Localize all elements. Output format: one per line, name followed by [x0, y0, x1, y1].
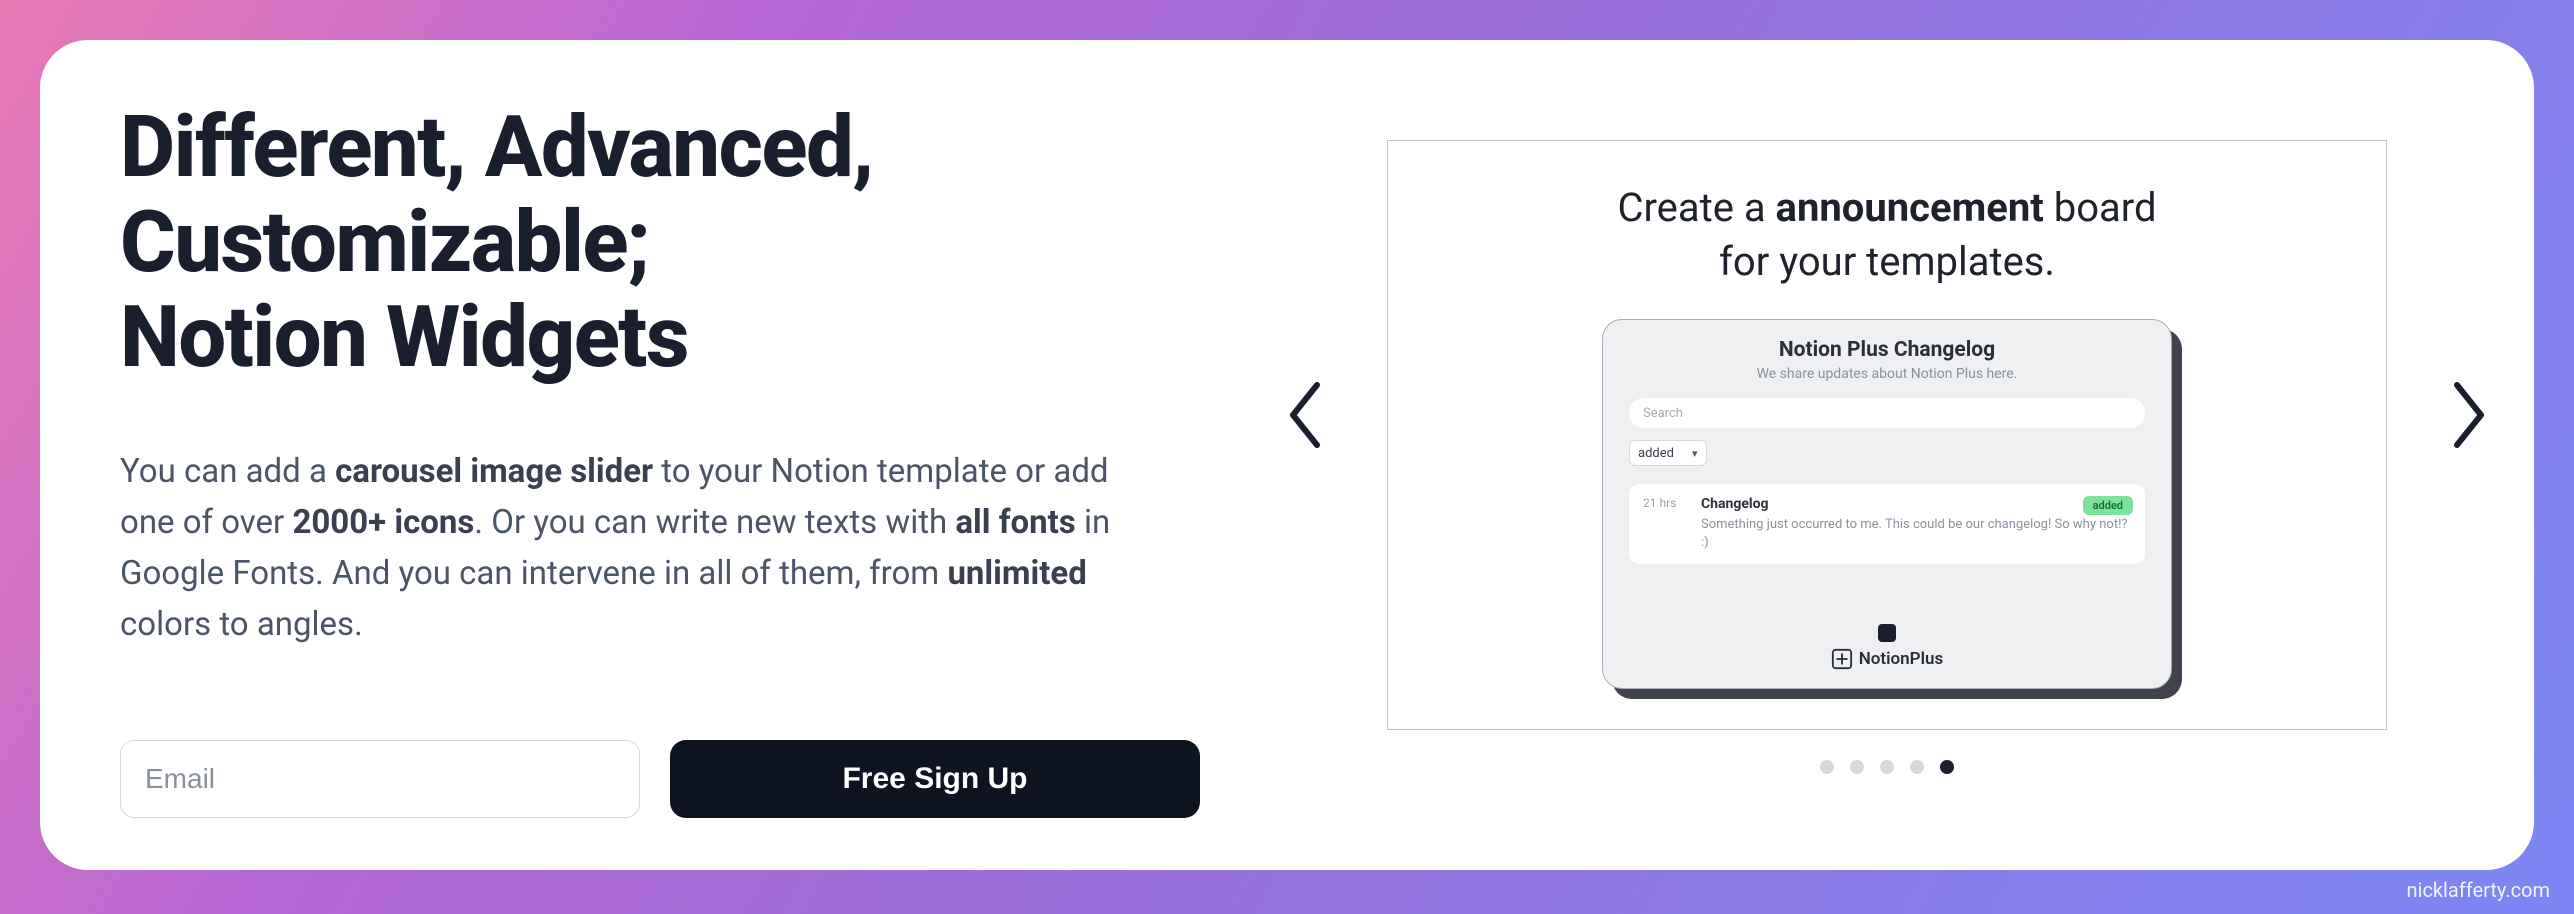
widget-subtitle: We share updates about Notion Plus here.	[1757, 366, 2018, 382]
entry-body: Changelog Something just occurred to me.…	[1701, 496, 2131, 552]
signup-button[interactable]: Free Sign Up	[670, 740, 1200, 818]
signup-form: Free Sign Up	[120, 740, 1240, 818]
changelog-entry: 21 hrs Changelog Something just occurred…	[1629, 484, 2145, 564]
chevron-right-icon	[2451, 381, 2487, 449]
entry-title: Changelog	[1701, 496, 2131, 512]
brand-small-icon	[1878, 624, 1896, 642]
chevron-left-icon	[1287, 381, 1323, 449]
carousel-slide: Create a announcement board for your tem…	[1387, 140, 2387, 730]
hero-right: Create a announcement board for your tem…	[1320, 100, 2454, 790]
entry-text: Something just occurred to me. This coul…	[1701, 516, 2131, 552]
hero-card: Different, Advanced, Customizable; Notio…	[40, 40, 2534, 870]
carousel-dot-1[interactable]	[1850, 760, 1864, 774]
hero-description: You can add a carousel image slider to y…	[120, 446, 1170, 651]
widget-brand: NotionPlus	[1831, 624, 1943, 670]
heading-line-3: Notion Widgets	[120, 287, 688, 387]
widget-filter-select[interactable]: added	[1629, 440, 1707, 466]
heading-line-1: Different, Advanced,	[120, 97, 873, 197]
widget-heading: Notion Plus Changelog	[1779, 338, 1995, 362]
watermark: nicklafferty.com	[2407, 878, 2550, 902]
notion-plus-icon	[1831, 648, 1853, 670]
changelog-widget: Notion Plus Changelog We share updates a…	[1602, 319, 2172, 689]
carousel-dots	[1820, 760, 1954, 774]
carousel-dot-2[interactable]	[1880, 760, 1894, 774]
carousel-dot-4[interactable]	[1940, 760, 1954, 774]
brand-row: NotionPlus	[1831, 648, 1943, 670]
entry-time: 21 hrs	[1643, 496, 1683, 552]
hero-heading: Different, Advanced, Customizable; Notio…	[120, 100, 1240, 386]
widget-search-input[interactable]: Search	[1629, 398, 2145, 428]
email-field[interactable]	[120, 740, 640, 818]
hero-left: Different, Advanced, Customizable; Notio…	[120, 100, 1240, 790]
carousel-dot-0[interactable]	[1820, 760, 1834, 774]
carousel: Create a announcement board for your tem…	[1320, 100, 2454, 730]
carousel-dot-3[interactable]	[1910, 760, 1924, 774]
carousel-prev-button[interactable]	[1280, 375, 1330, 455]
slide-title: Create a announcement board for your tem…	[1617, 181, 2156, 289]
entry-badge: added	[2083, 496, 2133, 515]
carousel-next-button[interactable]	[2444, 375, 2494, 455]
heading-line-2: Customizable;	[120, 192, 649, 292]
